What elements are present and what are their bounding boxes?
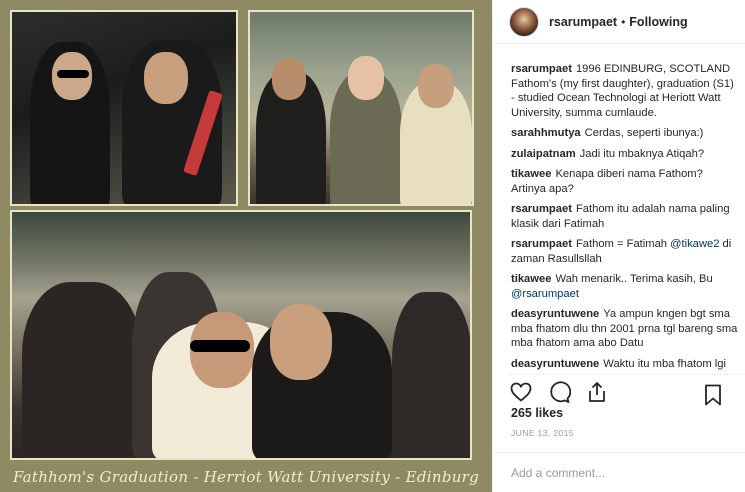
comment-username[interactable]: sarahhmutya <box>511 127 581 139</box>
post-header: rsarumpaet • Following <box>493 0 745 44</box>
post-panel: rsarumpaet • Following rsarumpaet 1996 ED… <box>492 0 745 492</box>
sunglasses-shape <box>57 70 89 78</box>
comment-username[interactable]: rsarumpaet <box>511 63 572 75</box>
comment-username[interactable]: deasyruntuwene <box>511 358 599 370</box>
comment: zulaipatnam Jadi itu mbaknya Atiqah? <box>511 147 739 162</box>
post-image[interactable]: Fathhom's Graduation - Herriot Watt Univ… <box>0 0 492 492</box>
comment: deasyruntuwene Waktu itu mba fhatom lgi <box>511 357 739 372</box>
comment-list[interactable]: rsarumpaet 1996 EDINBURG, SCOTLAND Fathom… <box>511 62 739 372</box>
face-shape <box>272 58 306 100</box>
comment: tikawee Kenapa diberi nama Fathom? Artiny… <box>511 167 739 196</box>
comment-text: Cerdas, seperti ibunya:) <box>584 127 704 139</box>
comment-icon[interactable] <box>547 380 572 404</box>
face-shape <box>418 64 454 108</box>
comment-username[interactable]: rsarumpaet <box>511 238 572 250</box>
comment: tikawee Wah menarik.. Terima kasih, Bu @r… <box>511 272 739 301</box>
image-caption: Fathhom's Graduation - Herriot Watt Univ… <box>0 462 492 492</box>
face-shape <box>144 52 188 104</box>
comment-text: Jadi itu mbaknya Atiqah? <box>579 147 705 160</box>
share-icon[interactable] <box>585 380 609 404</box>
action-bar <box>509 374 745 407</box>
comment-mention[interactable]: @rsarumpaet <box>511 288 579 300</box>
following-button[interactable]: Following <box>629 15 687 29</box>
face-shape <box>270 304 332 380</box>
person-silhouette <box>22 282 142 458</box>
photo-graduation-portrait <box>10 10 238 206</box>
header-separator: • <box>621 14 626 29</box>
comment-input[interactable] <box>511 465 731 480</box>
face-shape <box>348 56 384 100</box>
bookmark-icon[interactable] <box>701 383 725 407</box>
post-date[interactable]: JUNE 13, 2015 <box>511 428 574 438</box>
comment-text: Waktu itu mba fhatom lgi <box>603 357 726 370</box>
comment: deasyruntuwene Ya ampun kngen bgt sma mba… <box>511 307 739 351</box>
caption-text: Fathhom's Graduation - Herriot Watt Univ… <box>12 468 480 486</box>
add-comment-bar <box>493 452 745 492</box>
comment-mention[interactable]: @tikawe2 <box>670 238 719 250</box>
avatar[interactable] <box>509 6 539 37</box>
person-silhouette <box>392 292 470 458</box>
comment-username[interactable]: tikawee <box>511 168 551 180</box>
comment-username[interactable]: tikawee <box>511 273 551 285</box>
comment: sarahhmutya Cerdas, seperti ibunya:) <box>511 126 739 141</box>
comment: rsarumpaet Fathom itu adalah nama paling … <box>511 202 739 231</box>
comment-text: Wah menarik.. Terima kasih, Bu <box>555 273 713 285</box>
sunglasses-shape <box>190 340 250 352</box>
like-count[interactable]: 265 likes <box>511 406 563 420</box>
comment: rsarumpaet Fathom = Fatimah @tikawe2 di z… <box>511 237 739 266</box>
comment-username[interactable]: deasyruntuwene <box>511 308 599 320</box>
comment-username[interactable]: rsarumpaet <box>511 203 572 215</box>
comment-username[interactable]: zulaipatnam <box>511 148 576 160</box>
header-username[interactable]: rsarumpaet <box>549 15 617 29</box>
comment-text: Fathom = Fatimah <box>575 238 668 250</box>
photo-graduation-group <box>248 10 474 206</box>
photo-graduation-crowd <box>10 210 472 460</box>
caption-comment: rsarumpaet 1996 EDINBURG, SCOTLAND Fathom… <box>511 62 739 120</box>
heart-icon[interactable] <box>509 380 533 404</box>
